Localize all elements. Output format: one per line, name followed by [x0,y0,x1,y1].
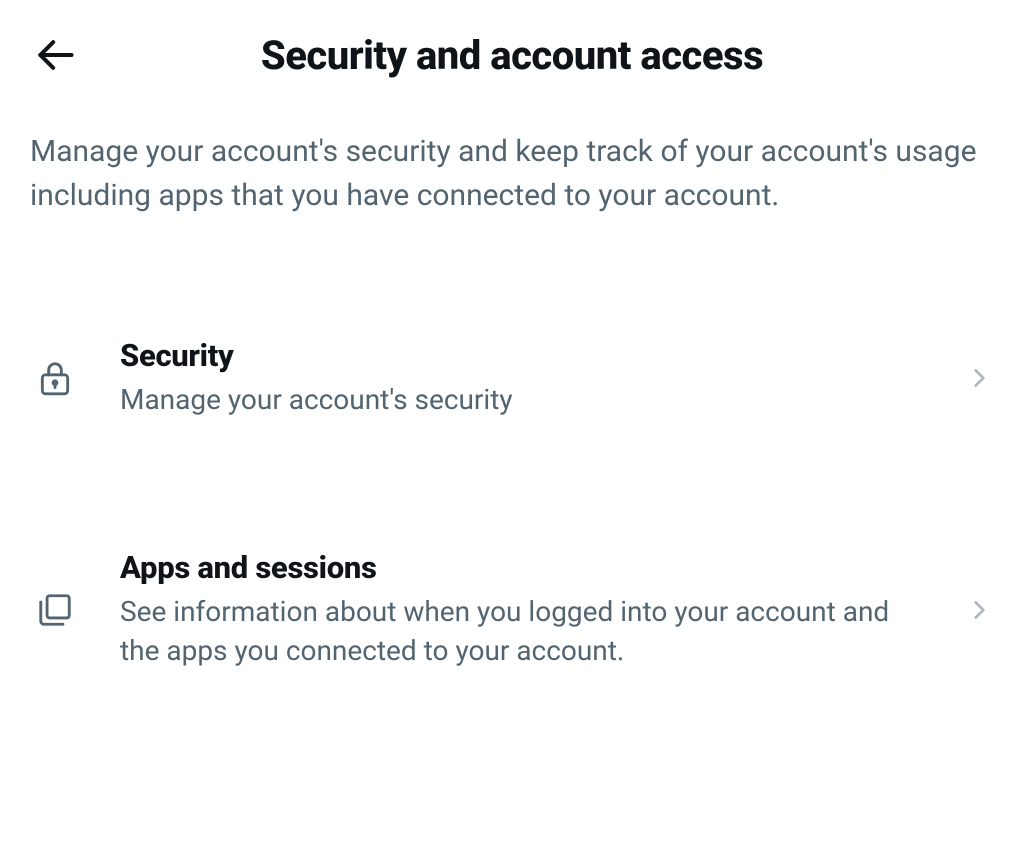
list-item-subtitle: See information about when you logged in… [120,592,919,670]
apps-icon [35,590,75,630]
arrow-left-icon [33,33,77,77]
lock-icon [35,358,75,398]
list-item-subtitle: Manage your account's security [120,380,919,419]
list-item-security[interactable]: Security Manage your account's security [0,307,1024,449]
page-description: Manage your account's security and keep … [0,100,1024,247]
chevron-right-icon [964,363,994,393]
list-item-text: Apps and sessions See information about … [120,549,919,670]
list-item-apps-sessions[interactable]: Apps and sessions See information about … [0,519,1024,700]
list-item-title: Apps and sessions [120,549,919,586]
header: Security and account access [0,0,1024,100]
settings-list: Security Manage your account's security … [0,247,1024,701]
page-title: Security and account access [80,32,994,79]
back-button[interactable] [30,30,80,80]
chevron-right-icon [964,595,994,625]
list-item-title: Security [120,337,919,374]
list-item-text: Security Manage your account's security [120,337,919,419]
